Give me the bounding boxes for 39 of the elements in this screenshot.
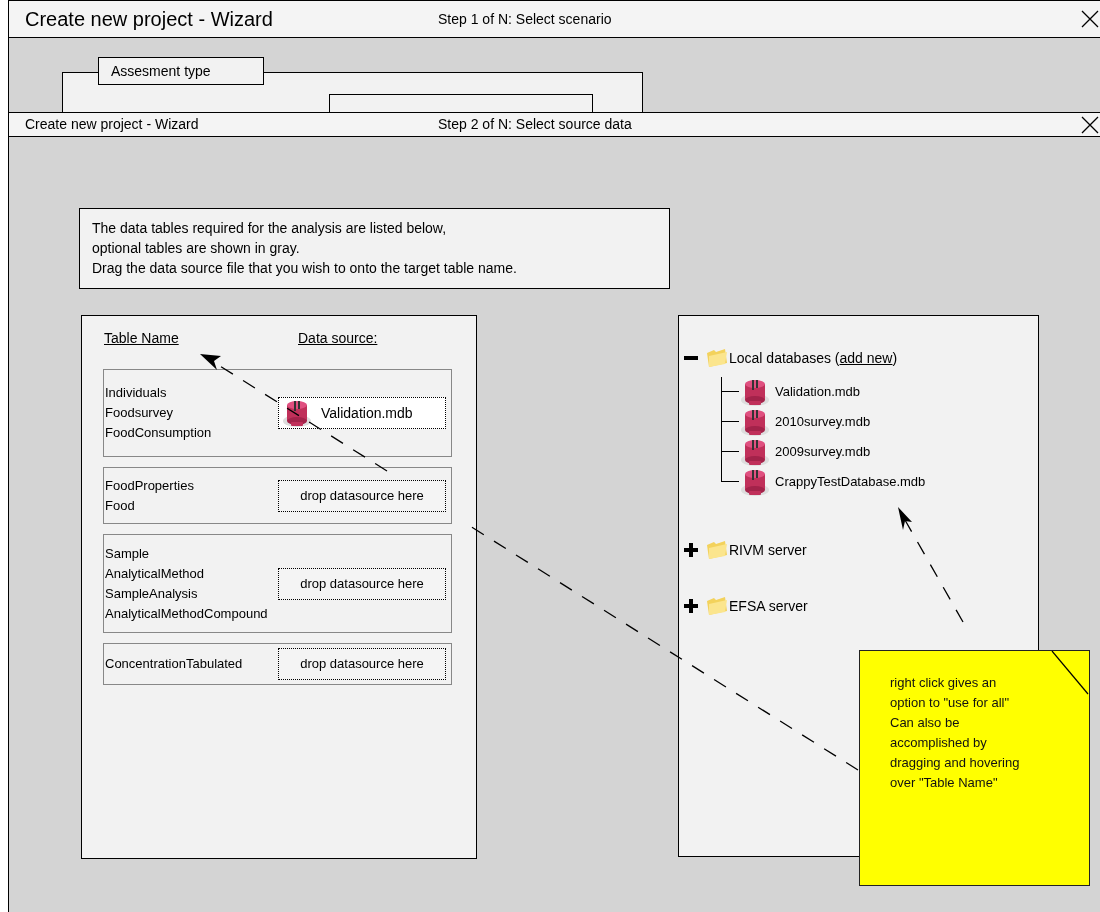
table-name: AnalyticalMethod [105, 564, 205, 583]
window-title: Create new project - Wizard [25, 7, 274, 32]
column-header: Data source: [298, 329, 378, 348]
table-name: FoodProperties [105, 476, 195, 495]
folder-icon [705, 347, 729, 369]
table-name: Sample [105, 544, 151, 563]
drop-target[interactable]: drop datasource here [278, 648, 446, 680]
folder-icon [705, 595, 729, 617]
database-file[interactable]: 2009survey.mdb [775, 442, 871, 462]
folder-icon [705, 539, 729, 561]
tree-node-label[interactable]: EFSA server [729, 595, 808, 617]
folded-corner-icon [1051, 651, 1089, 695]
step-label: Step 1 of N: Select scenario [438, 9, 612, 29]
database-file[interactable]: 2010survey.mdb [775, 412, 871, 432]
table-name: FoodConsumption [105, 424, 213, 442]
table-name: Foodsurvey [105, 404, 174, 422]
group-label: Assesment type [98, 57, 264, 85]
table-name: Individuals [105, 384, 168, 402]
drop-target[interactable]: Validation.mdb [278, 397, 446, 429]
table-name: SampleAnalysis [105, 584, 199, 603]
table-name: ConcentrationTabulated [105, 655, 244, 673]
drop-target[interactable]: drop datasource here [278, 567, 446, 600]
close-icon[interactable] [1081, 10, 1099, 28]
drop-target[interactable]: drop datasource here [278, 479, 446, 512]
window-title: Create new project - Wizard [25, 115, 200, 134]
instruction-text: The data tables required for the analysis are listed below, optional tables are shown in gray. Drag the data source file that you wish to onto the target table name. [92, 219, 518, 278]
add-new-link[interactable]: add new [839, 349, 893, 366]
database-file[interactable]: Validation.mdb [775, 382, 861, 402]
note-text: right click gives an option to "use for all" Can also be accomplished by dragging and hovering over "Table Name" [890, 674, 1021, 792]
tree-node-label[interactable]: RIVM server [729, 539, 807, 561]
plus-icon[interactable] [683, 598, 699, 614]
table-name: Food [105, 496, 136, 515]
database-file[interactable]: CrappyTestDatabase.mdb [775, 472, 926, 492]
plus-icon[interactable] [683, 542, 699, 558]
tree-node-label[interactable]: Local databases (add new) [729, 347, 898, 369]
step-label: Step 2 of N: Select source data [438, 115, 632, 134]
column-header: Table Name [104, 329, 180, 348]
close-icon[interactable] [1081, 115, 1099, 134]
table-name: AnalyticalMethodCompound [105, 604, 269, 623]
